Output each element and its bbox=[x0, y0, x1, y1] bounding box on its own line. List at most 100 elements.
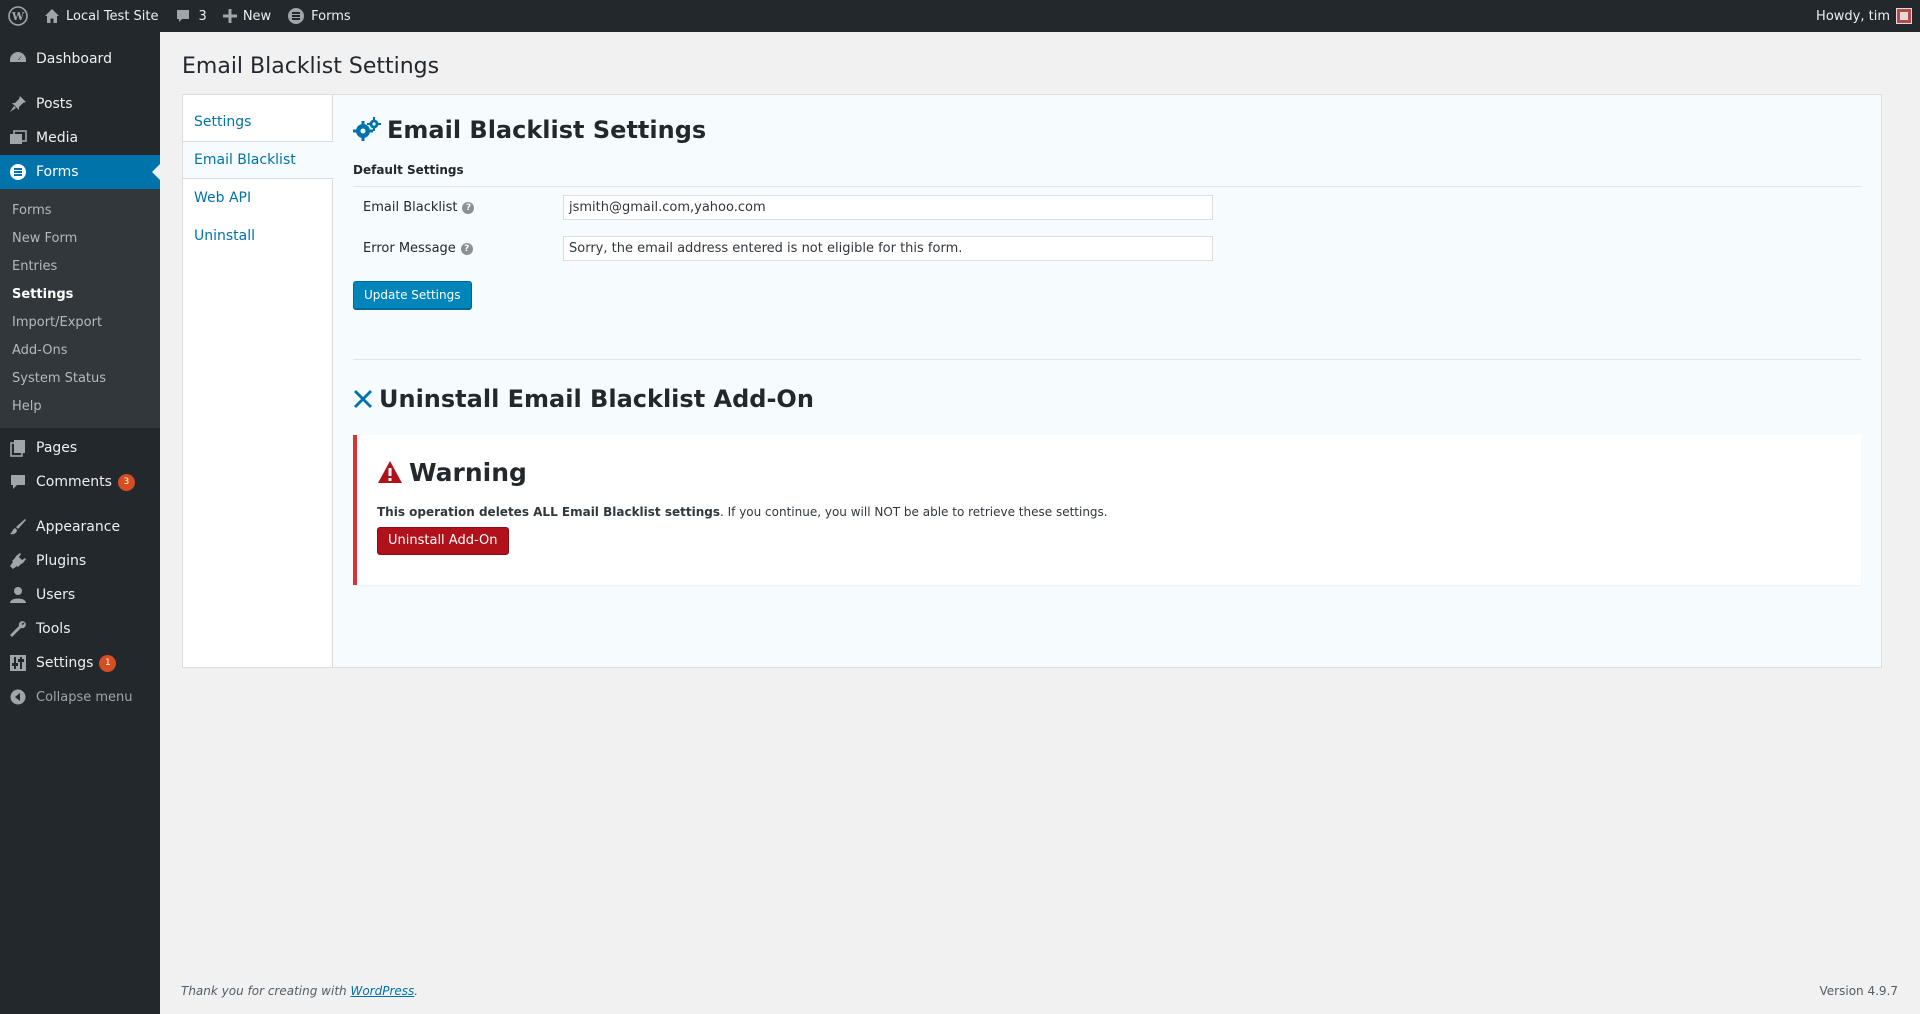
sidebar-item-forms[interactable]: Forms bbox=[0, 155, 160, 189]
help-icon[interactable]: ? bbox=[462, 201, 475, 214]
svg-text:W: W bbox=[11, 10, 25, 23]
collapse-menu-button[interactable]: Collapse menu bbox=[0, 680, 160, 714]
warning-box: Warning This operation deletes ALL Email… bbox=[353, 435, 1861, 585]
submenu-item-help[interactable]: Help bbox=[0, 392, 160, 420]
collapse-label: Collapse menu bbox=[36, 689, 133, 705]
plus-icon bbox=[222, 9, 237, 23]
pin-icon bbox=[8, 94, 28, 114]
settings-container: Settings Email Blacklist Web API Uninsta… bbox=[182, 94, 1882, 668]
sidebar-item-label: Pages bbox=[36, 440, 78, 456]
dashboard-icon bbox=[8, 49, 28, 69]
sidebar-item-media[interactable]: Media bbox=[0, 121, 160, 155]
main-content: Email Blacklist Settings Settings Email … bbox=[160, 32, 1920, 1014]
tab-email-blacklist[interactable]: Email Blacklist bbox=[183, 141, 333, 179]
tab-web-api[interactable]: Web API bbox=[183, 179, 332, 217]
submenu-item-forms[interactable]: Forms bbox=[0, 196, 160, 224]
comment-icon bbox=[175, 8, 191, 24]
warning-rest-text: . If you continue, you will NOT be able … bbox=[719, 505, 1108, 519]
user-icon bbox=[8, 585, 28, 605]
sidebar-item-label: Media bbox=[36, 130, 79, 146]
plugin-icon bbox=[8, 551, 28, 571]
sidebar-item-appearance[interactable]: Appearance bbox=[0, 510, 160, 544]
uninstall-title: Uninstall Email Blacklist Add-On bbox=[353, 384, 1861, 414]
submenu-item-add-ons[interactable]: Add-Ons bbox=[0, 336, 160, 364]
warning-title: Warning bbox=[409, 457, 527, 487]
sidebar-item-label: Users bbox=[36, 587, 76, 603]
admin-bar: W Local Test Site 3 New Forms Howdy, tim bbox=[0, 0, 1920, 32]
sidebar-item-label: Plugins bbox=[36, 553, 87, 569]
submenu-item-import-export[interactable]: Import/Export bbox=[0, 308, 160, 336]
wordpress-logo-icon[interactable]: W bbox=[0, 0, 36, 32]
tab-settings[interactable]: Settings bbox=[183, 103, 332, 141]
media-icon bbox=[8, 128, 28, 148]
field-label-text: Email Blacklist bbox=[363, 200, 458, 215]
sidebar-item-label: Posts bbox=[36, 96, 73, 112]
admin-sidebar: Dashboard Posts Media Forms Forms New Fo… bbox=[0, 32, 160, 1014]
email-blacklist-row: Email Blacklist ? jsmith@gmail.com,yahoo… bbox=[353, 187, 1861, 228]
warning-bold-text: This operation deletes ALL Email Blackli… bbox=[377, 505, 720, 519]
sidebar-item-label: Appearance bbox=[36, 519, 121, 535]
gears-icon bbox=[353, 117, 387, 143]
sidebar-item-plugins[interactable]: Plugins bbox=[0, 544, 160, 578]
uninstall-addon-button[interactable]: Uninstall Add-On bbox=[377, 527, 509, 555]
sidebar-item-label: Forms bbox=[36, 164, 79, 180]
footer-thanks: Thank you for creating with WordPress. bbox=[181, 984, 418, 998]
warning-text: This operation deletes ALL Email Blackli… bbox=[377, 505, 1841, 519]
forms-icon bbox=[8, 162, 28, 182]
divider bbox=[353, 359, 1861, 360]
sidebar-item-label: Settings bbox=[36, 655, 94, 671]
brush-icon bbox=[8, 517, 28, 537]
error-message-input[interactable]: Sorry, the email address entered is not … bbox=[563, 236, 1213, 261]
comments-badge: 3 bbox=[117, 473, 135, 491]
page-title: Email Blacklist Settings bbox=[182, 54, 440, 79]
comments-count: 3 bbox=[198, 8, 207, 24]
sidebar-item-comments[interactable]: Comments 3 bbox=[0, 465, 160, 499]
submenu-item-new-form[interactable]: New Form bbox=[0, 224, 160, 252]
sidebar-item-label: Dashboard bbox=[36, 51, 112, 67]
sidebar-item-pages[interactable]: Pages bbox=[0, 431, 160, 465]
warning-heading: Warning bbox=[377, 455, 1841, 489]
forms-submenu: Forms New Form Entries Settings Import/E… bbox=[0, 189, 160, 428]
sidebar-item-tools[interactable]: Tools bbox=[0, 612, 160, 646]
forms-link[interactable]: Forms bbox=[279, 0, 359, 32]
warning-triangle-icon bbox=[377, 460, 409, 484]
sidebar-item-settings[interactable]: Settings 1 bbox=[0, 646, 160, 680]
sidebar-item-dashboard[interactable]: Dashboard bbox=[0, 42, 160, 76]
new-label: New bbox=[242, 8, 272, 24]
comment-icon bbox=[8, 472, 28, 492]
field-label-text: Error Message bbox=[363, 241, 456, 256]
home-icon bbox=[44, 8, 60, 24]
settings-panel: Email Blacklist Settings Default Setting… bbox=[333, 95, 1881, 667]
update-settings-button[interactable]: Update Settings bbox=[353, 281, 472, 309]
sidebar-item-label: Comments bbox=[36, 474, 112, 490]
forms-label: Forms bbox=[311, 8, 351, 24]
close-x-icon bbox=[353, 389, 379, 409]
account-menu[interactable]: Howdy, tim bbox=[1808, 0, 1920, 32]
new-content-link[interactable]: New bbox=[215, 0, 279, 32]
footer-period: . bbox=[414, 984, 419, 998]
settings-tabs: Settings Email Blacklist Web API Uninsta… bbox=[183, 95, 333, 667]
comments-link[interactable]: 3 bbox=[167, 0, 215, 32]
email-blacklist-label: Email Blacklist ? bbox=[353, 200, 563, 215]
error-message-row: Error Message ? Sorry, the email address… bbox=[353, 228, 1861, 269]
submenu-item-entries[interactable]: Entries bbox=[0, 252, 160, 280]
sidebar-item-users[interactable]: Users bbox=[0, 578, 160, 612]
sidebar-item-posts[interactable]: Posts bbox=[0, 87, 160, 121]
forms-icon bbox=[287, 7, 305, 25]
site-name: Local Test Site bbox=[66, 8, 159, 24]
wordpress-link[interactable]: WordPress bbox=[350, 984, 414, 998]
howdy-text: Howdy, tim bbox=[1816, 8, 1890, 24]
submenu-item-settings[interactable]: Settings bbox=[0, 280, 160, 308]
settings-badge: 1 bbox=[99, 654, 117, 672]
error-message-label: Error Message ? bbox=[353, 241, 563, 256]
pages-icon bbox=[8, 438, 28, 458]
site-name-link[interactable]: Local Test Site bbox=[36, 0, 167, 32]
tab-uninstall[interactable]: Uninstall bbox=[183, 217, 332, 255]
panel-title: Email Blacklist Settings bbox=[353, 113, 1861, 147]
help-icon[interactable]: ? bbox=[460, 242, 473, 255]
panel-title-text: Email Blacklist Settings bbox=[387, 116, 707, 144]
email-blacklist-input[interactable]: jsmith@gmail.com,yahoo.com bbox=[563, 195, 1213, 220]
avatar bbox=[1896, 8, 1912, 24]
settings-sliders-icon bbox=[8, 653, 28, 673]
submenu-item-system-status[interactable]: System Status bbox=[0, 364, 160, 392]
